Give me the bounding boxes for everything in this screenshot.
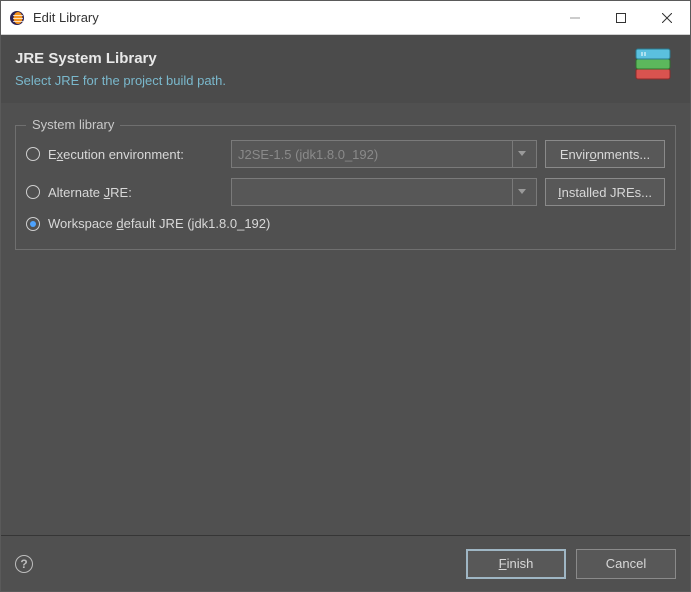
dialog-content: System library Execution environment: J2…: [1, 103, 690, 535]
alt-jre-combo[interactable]: [231, 178, 537, 206]
library-icon: [630, 45, 676, 94]
window-controls: [552, 1, 690, 34]
dialog-banner: JRE System Library Select JRE for the pr…: [1, 35, 690, 103]
alt-jre-row: Alternate JRE: Installed JREs...: [26, 178, 665, 206]
alt-jre-label[interactable]: Alternate JRE:: [48, 185, 223, 200]
window-title: Edit Library: [33, 10, 552, 25]
exec-env-combo[interactable]: J2SE-1.5 (jdk1.8.0_192): [231, 140, 537, 168]
help-icon[interactable]: ?: [15, 555, 33, 573]
dialog-footer: ? Finish Cancel: [1, 535, 690, 591]
workspace-default-radio[interactable]: [26, 217, 40, 231]
workspace-default-row: Workspace default JRE (jdk1.8.0_192): [26, 216, 665, 231]
exec-env-label[interactable]: Execution environment:: [48, 147, 223, 162]
titlebar: Edit Library: [1, 1, 690, 35]
dialog-subheading: Select JRE for the project build path.: [15, 73, 226, 88]
dialog-heading: JRE System Library: [15, 50, 226, 67]
system-library-group: System library Execution environment: J2…: [15, 125, 676, 250]
eclipse-icon: [9, 10, 25, 26]
chevron-down-icon: [512, 179, 530, 205]
workspace-default-label[interactable]: Workspace default JRE (jdk1.8.0_192): [48, 216, 270, 231]
chevron-down-icon: [512, 141, 530, 167]
minimize-button[interactable]: [552, 1, 598, 34]
finish-button[interactable]: Finish: [466, 549, 566, 579]
alt-jre-radio[interactable]: [26, 185, 40, 199]
cancel-button[interactable]: Cancel: [576, 549, 676, 579]
exec-env-row: Execution environment: J2SE-1.5 (jdk1.8.…: [26, 140, 665, 168]
environments-button[interactable]: Environments...: [545, 140, 665, 168]
maximize-button[interactable]: [598, 1, 644, 34]
exec-env-value: J2SE-1.5 (jdk1.8.0_192): [238, 147, 378, 162]
installed-jres-button[interactable]: Installed JREs...: [545, 178, 665, 206]
group-legend: System library: [26, 117, 120, 132]
close-button[interactable]: [644, 1, 690, 34]
exec-env-radio[interactable]: [26, 147, 40, 161]
